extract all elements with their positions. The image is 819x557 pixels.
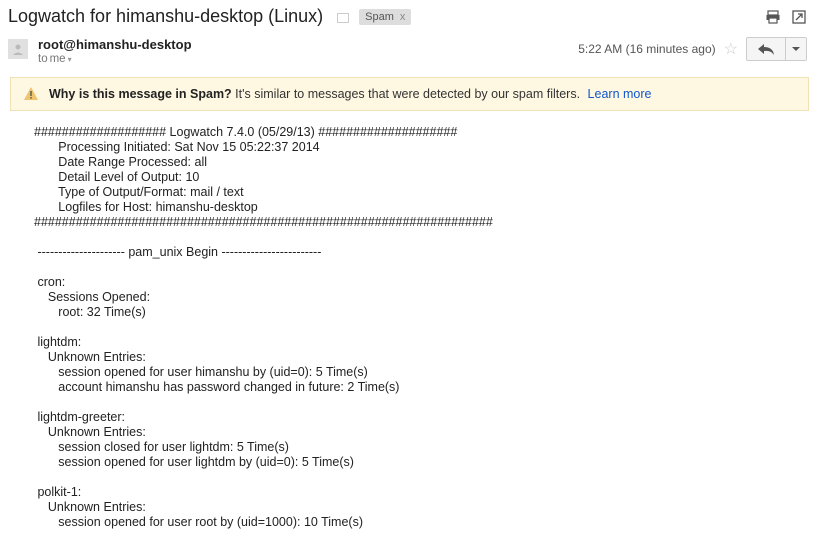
to-value: me bbox=[50, 53, 66, 65]
avatar bbox=[8, 39, 28, 59]
spam-banner: Why is this message in Spam? It's simila… bbox=[10, 77, 809, 111]
spam-banner-reason: It's similar to messages that were detec… bbox=[232, 87, 584, 101]
label-icon bbox=[337, 13, 349, 23]
more-actions-button[interactable] bbox=[786, 38, 806, 60]
open-new-window-icon[interactable] bbox=[791, 9, 807, 25]
star-icon[interactable]: ☆ bbox=[724, 39, 738, 59]
reply-button-group bbox=[746, 37, 807, 61]
message-body: ################### Logwatch 7.4.0 (05/2… bbox=[0, 111, 819, 530]
recipient-line[interactable]: to me ▾ bbox=[38, 53, 568, 65]
message-meta: 5:22 AM (16 minutes ago) ☆ bbox=[578, 37, 807, 61]
header-actions bbox=[765, 9, 807, 25]
learn-more-link[interactable]: Learn more bbox=[588, 87, 652, 101]
spam-banner-text: Why is this message in Spam? It's simila… bbox=[49, 87, 651, 101]
warning-icon bbox=[23, 86, 39, 102]
spam-label-text: Spam bbox=[365, 11, 394, 23]
subject: Logwatch for himanshu-desktop (Linux) bbox=[8, 6, 323, 27]
remove-label-icon[interactable]: x bbox=[400, 11, 406, 23]
show-details-icon[interactable]: ▾ bbox=[68, 55, 72, 64]
sender-row: root@himanshu-desktop to me ▾ 5:22 AM (1… bbox=[0, 31, 819, 67]
timestamp: 5:22 AM (16 minutes ago) bbox=[578, 42, 715, 56]
spam-banner-question: Why is this message in Spam? bbox=[49, 87, 232, 101]
message-header: Logwatch for himanshu-desktop (Linux) Sp… bbox=[0, 0, 819, 31]
print-icon[interactable] bbox=[765, 9, 781, 25]
reply-button[interactable] bbox=[747, 38, 786, 60]
spam-label[interactable]: Spam x bbox=[359, 9, 411, 25]
sender-name: root@himanshu-desktop bbox=[38, 37, 568, 52]
to-prefix: to bbox=[38, 53, 48, 65]
